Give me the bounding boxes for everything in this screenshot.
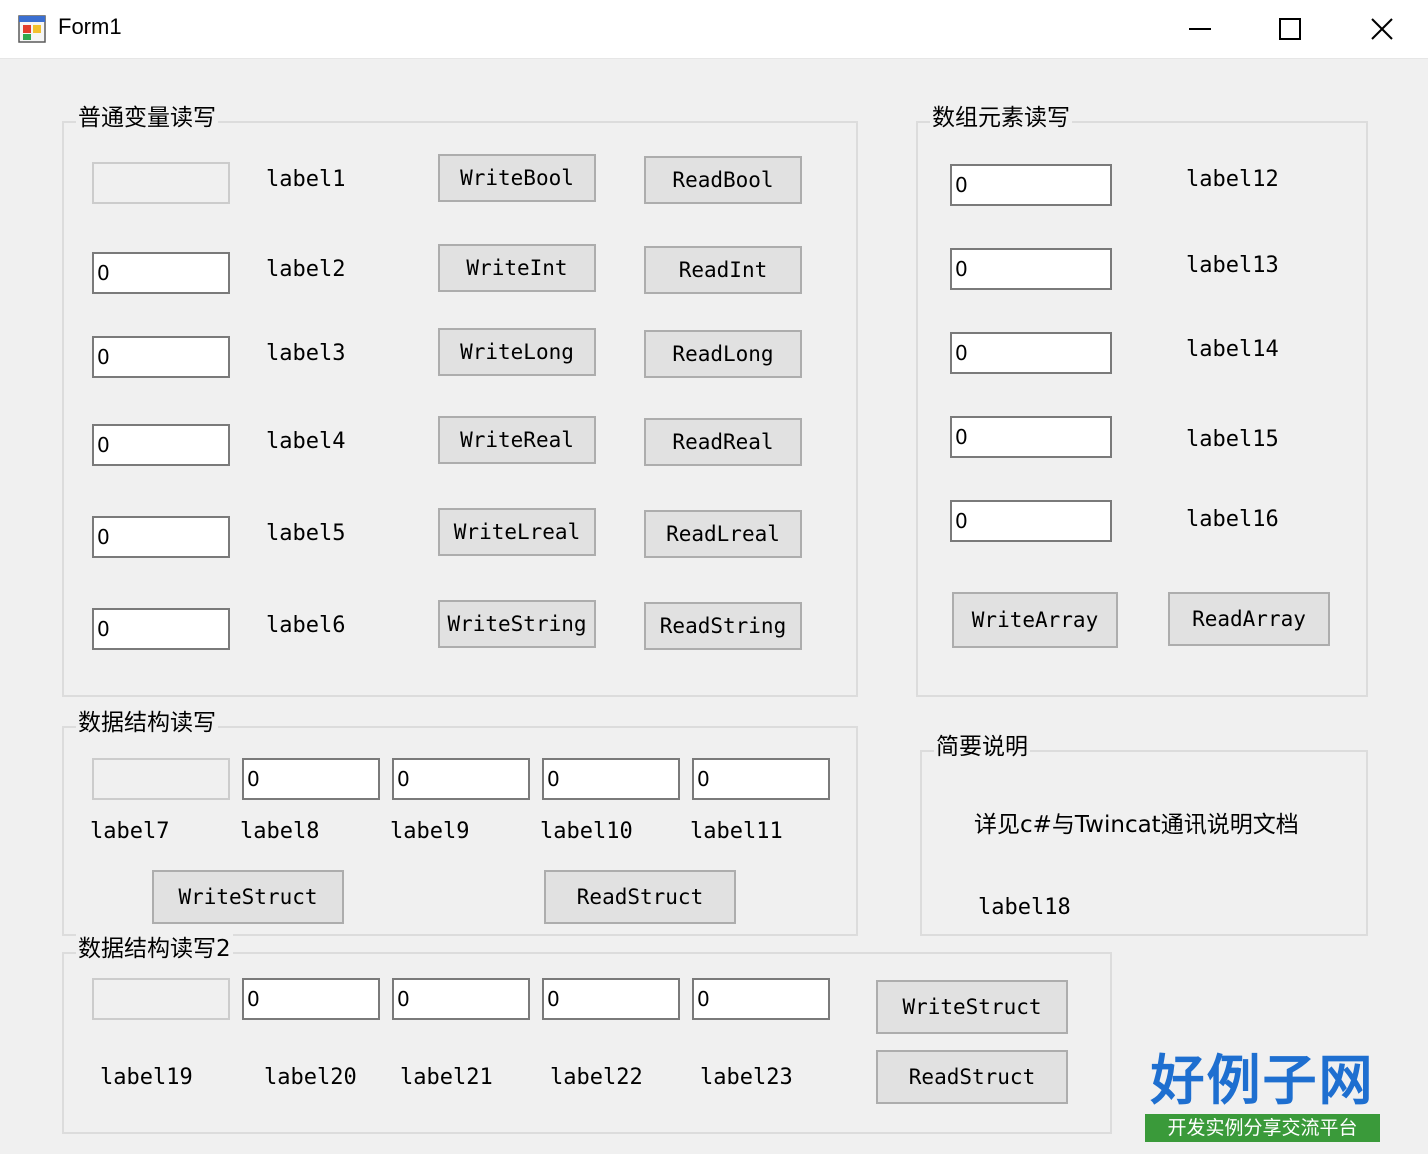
label21: label21 bbox=[400, 1065, 493, 1090]
write-long-button[interactable]: WriteLong bbox=[438, 328, 596, 376]
label1: label1 bbox=[266, 167, 346, 192]
label10: label10 bbox=[540, 819, 633, 844]
read-bool-button[interactable]: ReadBool bbox=[644, 156, 802, 204]
label7: label7 bbox=[90, 819, 170, 844]
read-array-button[interactable]: ReadArray bbox=[1168, 592, 1330, 646]
struct2-input-3[interactable]: 0 bbox=[392, 978, 530, 1020]
bool-input[interactable] bbox=[92, 162, 230, 204]
maximize-button[interactable] bbox=[1245, 0, 1335, 58]
group-array-title: 数组元素读写 bbox=[930, 103, 1072, 133]
array-input-1[interactable]: 0 bbox=[950, 164, 1112, 206]
label15: label15 bbox=[1186, 427, 1279, 452]
maximize-icon bbox=[1279, 18, 1301, 40]
label8: label8 bbox=[240, 819, 320, 844]
label16: label16 bbox=[1186, 507, 1279, 532]
close-button[interactable] bbox=[1337, 0, 1427, 58]
label5: label5 bbox=[266, 521, 346, 546]
label3: label3 bbox=[266, 341, 346, 366]
label6: label6 bbox=[266, 613, 346, 638]
label4: label4 bbox=[266, 429, 346, 454]
struct-input-4[interactable]: 0 bbox=[542, 758, 680, 800]
label13: label13 bbox=[1186, 253, 1279, 278]
array-input-3[interactable]: 0 bbox=[950, 332, 1112, 374]
write-string-button[interactable]: WriteString bbox=[438, 600, 596, 648]
watermark-logo: 好例子网 开发实例分享交流平台 bbox=[1145, 1050, 1380, 1144]
group-basic-title: 普通变量读写 bbox=[76, 103, 218, 133]
write-struct-button[interactable]: WriteStruct bbox=[152, 870, 344, 924]
struct2-input-4[interactable]: 0 bbox=[542, 978, 680, 1020]
read-struct2-button[interactable]: ReadStruct bbox=[876, 1050, 1068, 1104]
form-icon bbox=[18, 15, 46, 43]
int-input[interactable]: 0 bbox=[92, 252, 230, 294]
label19: label19 bbox=[100, 1065, 193, 1090]
write-real-button[interactable]: WriteReal bbox=[438, 416, 596, 464]
string-input[interactable]: 0 bbox=[92, 608, 230, 650]
read-int-button[interactable]: ReadInt bbox=[644, 246, 802, 294]
write-struct2-button[interactable]: WriteStruct bbox=[876, 980, 1068, 1034]
read-long-button[interactable]: ReadLong bbox=[644, 330, 802, 378]
struct2-input-5[interactable]: 0 bbox=[692, 978, 830, 1020]
description-text: 详见c#与Twincat通讯说明文档 bbox=[974, 812, 1299, 838]
struct-input-3[interactable]: 0 bbox=[392, 758, 530, 800]
close-icon bbox=[1371, 18, 1393, 40]
minimize-button[interactable] bbox=[1155, 0, 1245, 58]
title-bar: Form1 bbox=[0, 0, 1428, 59]
real-input[interactable]: 0 bbox=[92, 424, 230, 466]
label2: label2 bbox=[266, 257, 346, 282]
group-description-title: 简要说明 bbox=[934, 732, 1030, 762]
write-array-button[interactable]: WriteArray bbox=[952, 592, 1118, 648]
write-bool-button[interactable]: WriteBool bbox=[438, 154, 596, 202]
label23: label23 bbox=[700, 1065, 793, 1090]
lreal-input[interactable]: 0 bbox=[92, 516, 230, 558]
label20: label20 bbox=[264, 1065, 357, 1090]
write-lreal-button[interactable]: WriteLreal bbox=[438, 508, 596, 556]
watermark-logo-subtitle: 开发实例分享交流平台 bbox=[1145, 1114, 1380, 1142]
label14: label14 bbox=[1186, 337, 1279, 362]
struct2-input-2[interactable]: 0 bbox=[242, 978, 380, 1020]
read-struct-button[interactable]: ReadStruct bbox=[544, 870, 736, 924]
struct-input-1[interactable] bbox=[92, 758, 230, 800]
read-real-button[interactable]: ReadReal bbox=[644, 418, 802, 466]
write-int-button[interactable]: WriteInt bbox=[438, 244, 596, 292]
read-string-button[interactable]: ReadString bbox=[644, 602, 802, 650]
read-lreal-button[interactable]: ReadLreal bbox=[644, 510, 802, 558]
window-title: Form1 bbox=[58, 14, 122, 39]
long-input[interactable]: 0 bbox=[92, 336, 230, 378]
watermark-logo-title: 好例子网 bbox=[1150, 1049, 1375, 1112]
label11: label11 bbox=[690, 819, 783, 844]
label18: label18 bbox=[978, 895, 1071, 920]
struct2-input-1[interactable] bbox=[92, 978, 230, 1020]
label12: label12 bbox=[1186, 167, 1279, 192]
struct-input-5[interactable]: 0 bbox=[692, 758, 830, 800]
array-input-2[interactable]: 0 bbox=[950, 248, 1112, 290]
array-input-5[interactable]: 0 bbox=[950, 500, 1112, 542]
array-input-4[interactable]: 0 bbox=[950, 416, 1112, 458]
group-struct-title: 数据结构读写 bbox=[76, 708, 218, 738]
label22: label22 bbox=[550, 1065, 643, 1090]
label9: label9 bbox=[390, 819, 470, 844]
minimize-icon bbox=[1189, 28, 1211, 30]
group-struct2-title: 数据结构读写2 bbox=[76, 934, 233, 964]
struct-input-2[interactable]: 0 bbox=[242, 758, 380, 800]
